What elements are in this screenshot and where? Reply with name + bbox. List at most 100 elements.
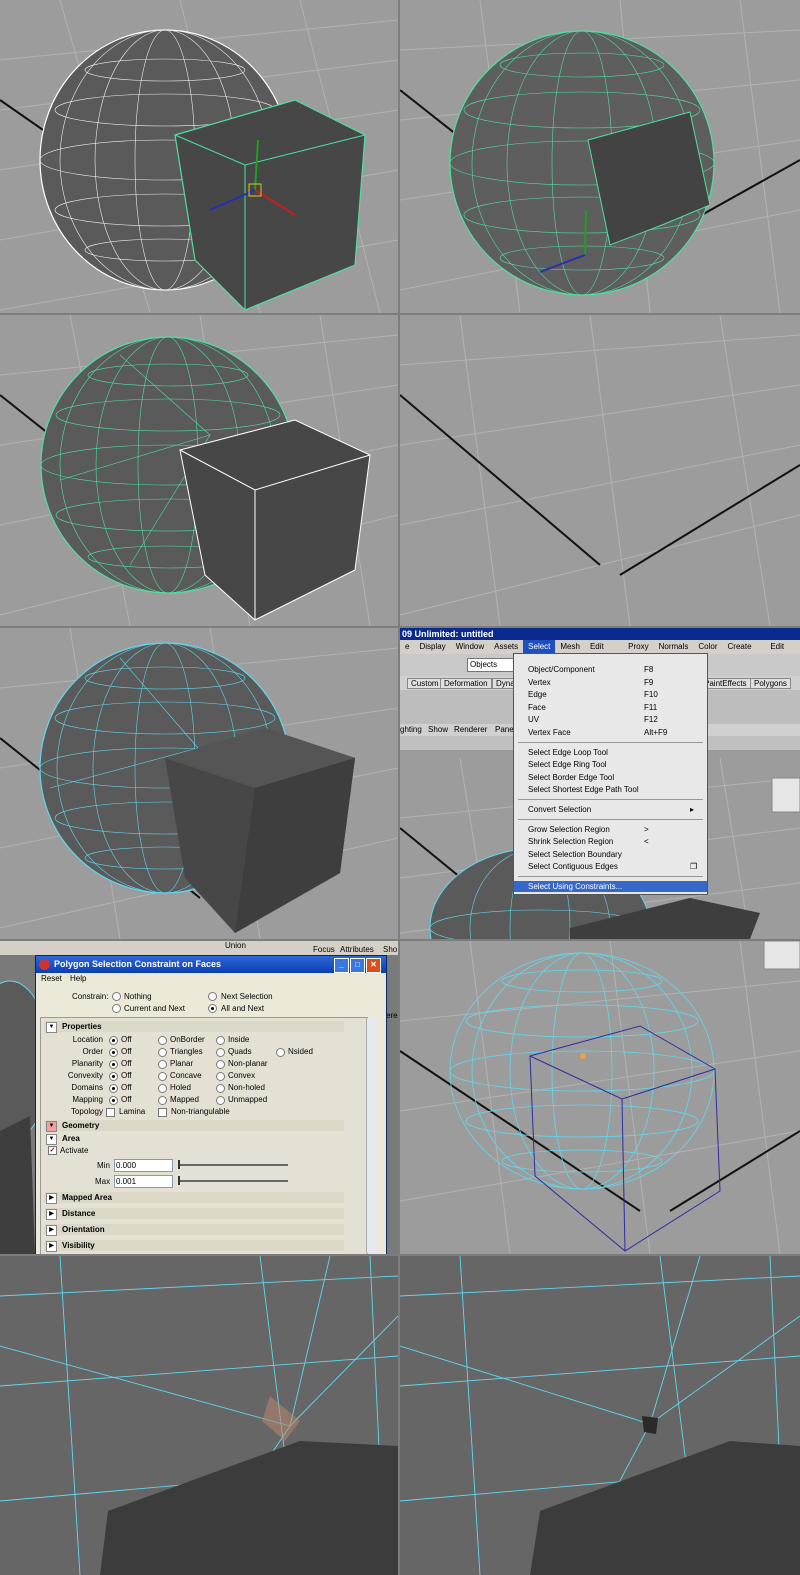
select-menu-item[interactable]: Select Selection Boundary [514,849,707,860]
property-radio[interactable] [216,1096,225,1105]
select-menu-item[interactable]: Select Edge Ring Tool [514,759,707,770]
property-radio[interactable] [216,1036,225,1045]
dialog-scrollbar[interactable] [366,1018,377,1253]
property-radio[interactable] [158,1060,167,1069]
select-menu-item[interactable]: Edge F10 [514,689,707,700]
topology-checkbox[interactable] [106,1108,115,1117]
select-menu-item[interactable]: Select Shortest Edge Path Tool [514,784,707,795]
property-radio[interactable] [216,1072,225,1081]
select-menu-item[interactable]: Convert Selection ▸ [514,804,707,815]
menubar-item[interactable]: Mesh [555,640,585,654]
activate-checkbox[interactable]: ✓ [48,1146,57,1155]
menubar-item[interactable]: Display [414,640,450,654]
property-radio[interactable] [216,1048,225,1057]
dialog-titlebar[interactable]: Polygon Selection Constraint on Faces _ … [36,956,386,973]
shelf-tab[interactable]: Polygons [750,678,791,689]
property-radio[interactable] [109,1036,118,1045]
collapsed-section[interactable]: ▶ Distance [44,1208,344,1220]
menubar-item[interactable]: Create UVs [723,640,766,663]
select-menu-item[interactable]: Select Contiguous Edges ❐ [514,861,707,872]
select-menu-item[interactable]: UV F12 [514,714,707,725]
select-menu-item[interactable]: Select Edge Loop Tool [514,747,707,758]
property-radio[interactable] [158,1036,167,1045]
property-option-label: Convex [228,1071,256,1080]
select-menu-item[interactable]: Shrink Selection Region < [514,836,707,847]
menubar-item[interactable]: Select [523,640,556,654]
collapsed-section[interactable]: ▶ Mapped Area [44,1192,344,1204]
menubar-item[interactable]: Color [693,640,722,654]
collapsed-section[interactable]: ▶ Visibility [44,1240,344,1252]
panel-menu-item[interactable]: Renderer [454,725,487,734]
max-slider-handle[interactable] [178,1176,180,1185]
viewport-panel-9[interactable] [0,1256,398,1575]
minimize-button[interactable]: _ [334,958,349,973]
property-radio[interactable] [109,1096,118,1105]
shelf-tab[interactable]: Deformation [440,678,492,689]
constrain-all-next-radio[interactable] [208,1004,217,1013]
panel-menu-item[interactable]: ghting [400,725,422,734]
objects-field[interactable]: Objects [467,658,516,672]
panel-menu-item[interactable]: Show [428,725,448,734]
menu-item-shortcut: F11 [644,702,658,712]
property-radio[interactable] [158,1072,167,1081]
maya-menu-panel: 09 Unlimited: untitled e Display Window Ass… [400,628,800,939]
viewport-panel-8[interactable] [400,941,800,1254]
select-menu-item[interactable]: Grow Selection Region > [514,824,707,835]
select-menu-item[interactable]: Select Border Edge Tool [514,772,707,783]
property-option-label: Quads [228,1047,252,1056]
menu-help[interactable]: Help [70,974,86,983]
property-radio[interactable] [158,1096,167,1105]
select-menu-item[interactable]: Select Using Constraints... [514,881,707,892]
menubar-item[interactable]: Normals [654,640,694,654]
select-menu-item[interactable]: Face F11 [514,702,707,713]
menubar-item[interactable]: Edit UVs [765,640,800,663]
max-slider[interactable] [178,1180,288,1182]
min-field[interactable]: 0.000 [114,1159,173,1172]
close-button[interactable]: ✕ [366,958,381,973]
property-radio[interactable] [158,1048,167,1057]
menu-reset[interactable]: Reset [41,974,62,983]
constrain-next-label: Next Selection [221,992,273,1001]
shelf-tab[interactable]: Custom [407,678,443,689]
constrain-nothing-radio[interactable] [112,992,121,1001]
property-radio[interactable] [109,1060,118,1069]
maximize-button[interactable]: □ [350,958,365,973]
menubar-item[interactable]: e [400,640,414,654]
property-option-label: Triangles [170,1047,203,1056]
property-option-label: Off [121,1071,132,1080]
viewport-panel-2[interactable] [400,0,800,313]
select-menu-item[interactable]: Object/Component F8 [514,664,707,675]
viewport-panel-5[interactable] [0,628,398,939]
menubar-item[interactable]: Assets [489,640,523,654]
panel-menu-item[interactable]: Pane [495,725,514,734]
property-radio[interactable] [109,1072,118,1081]
viewport-1-canvas [0,0,398,313]
constrain-next-radio[interactable] [208,992,217,1001]
topology-checkbox[interactable] [158,1108,167,1117]
menu-item-shortcut: F8 [644,665,654,674]
collapsed-section[interactable]: ▶ Orientation [44,1224,344,1236]
select-menu-item[interactable]: Vertex Face Alt+F9 [514,727,707,738]
property-radio[interactable] [109,1048,118,1057]
section-properties[interactable]: ▼ Properties [44,1021,344,1033]
viewport-panel-10[interactable] [400,1256,800,1575]
min-slider[interactable] [178,1164,288,1166]
property-radio[interactable] [158,1084,167,1093]
menubar-item[interactable]: Edit Mesh [585,640,623,663]
property-radio[interactable] [109,1084,118,1093]
property-radio[interactable] [216,1060,225,1069]
viewport-panel-3[interactable] [0,315,398,626]
viewport-panel-4[interactable] [400,315,800,626]
select-menu-item[interactable]: Vertex F9 [514,677,707,688]
max-field[interactable]: 0.001 [114,1175,173,1188]
section-geometry[interactable]: ▼ Geometry [44,1120,344,1132]
viewport-panel-1[interactable] [0,0,398,313]
constrain-current-next-radio[interactable] [112,1004,121,1013]
menubar-item[interactable]: Proxy [623,640,653,654]
property-radio[interactable] [216,1084,225,1093]
min-slider-handle[interactable] [178,1160,180,1169]
property-radio[interactable] [276,1048,285,1057]
menubar-item[interactable]: Window [451,640,489,654]
section-area[interactable]: ▼ Area [44,1133,344,1145]
expand-arrow-icon: ▼ [46,1134,57,1145]
